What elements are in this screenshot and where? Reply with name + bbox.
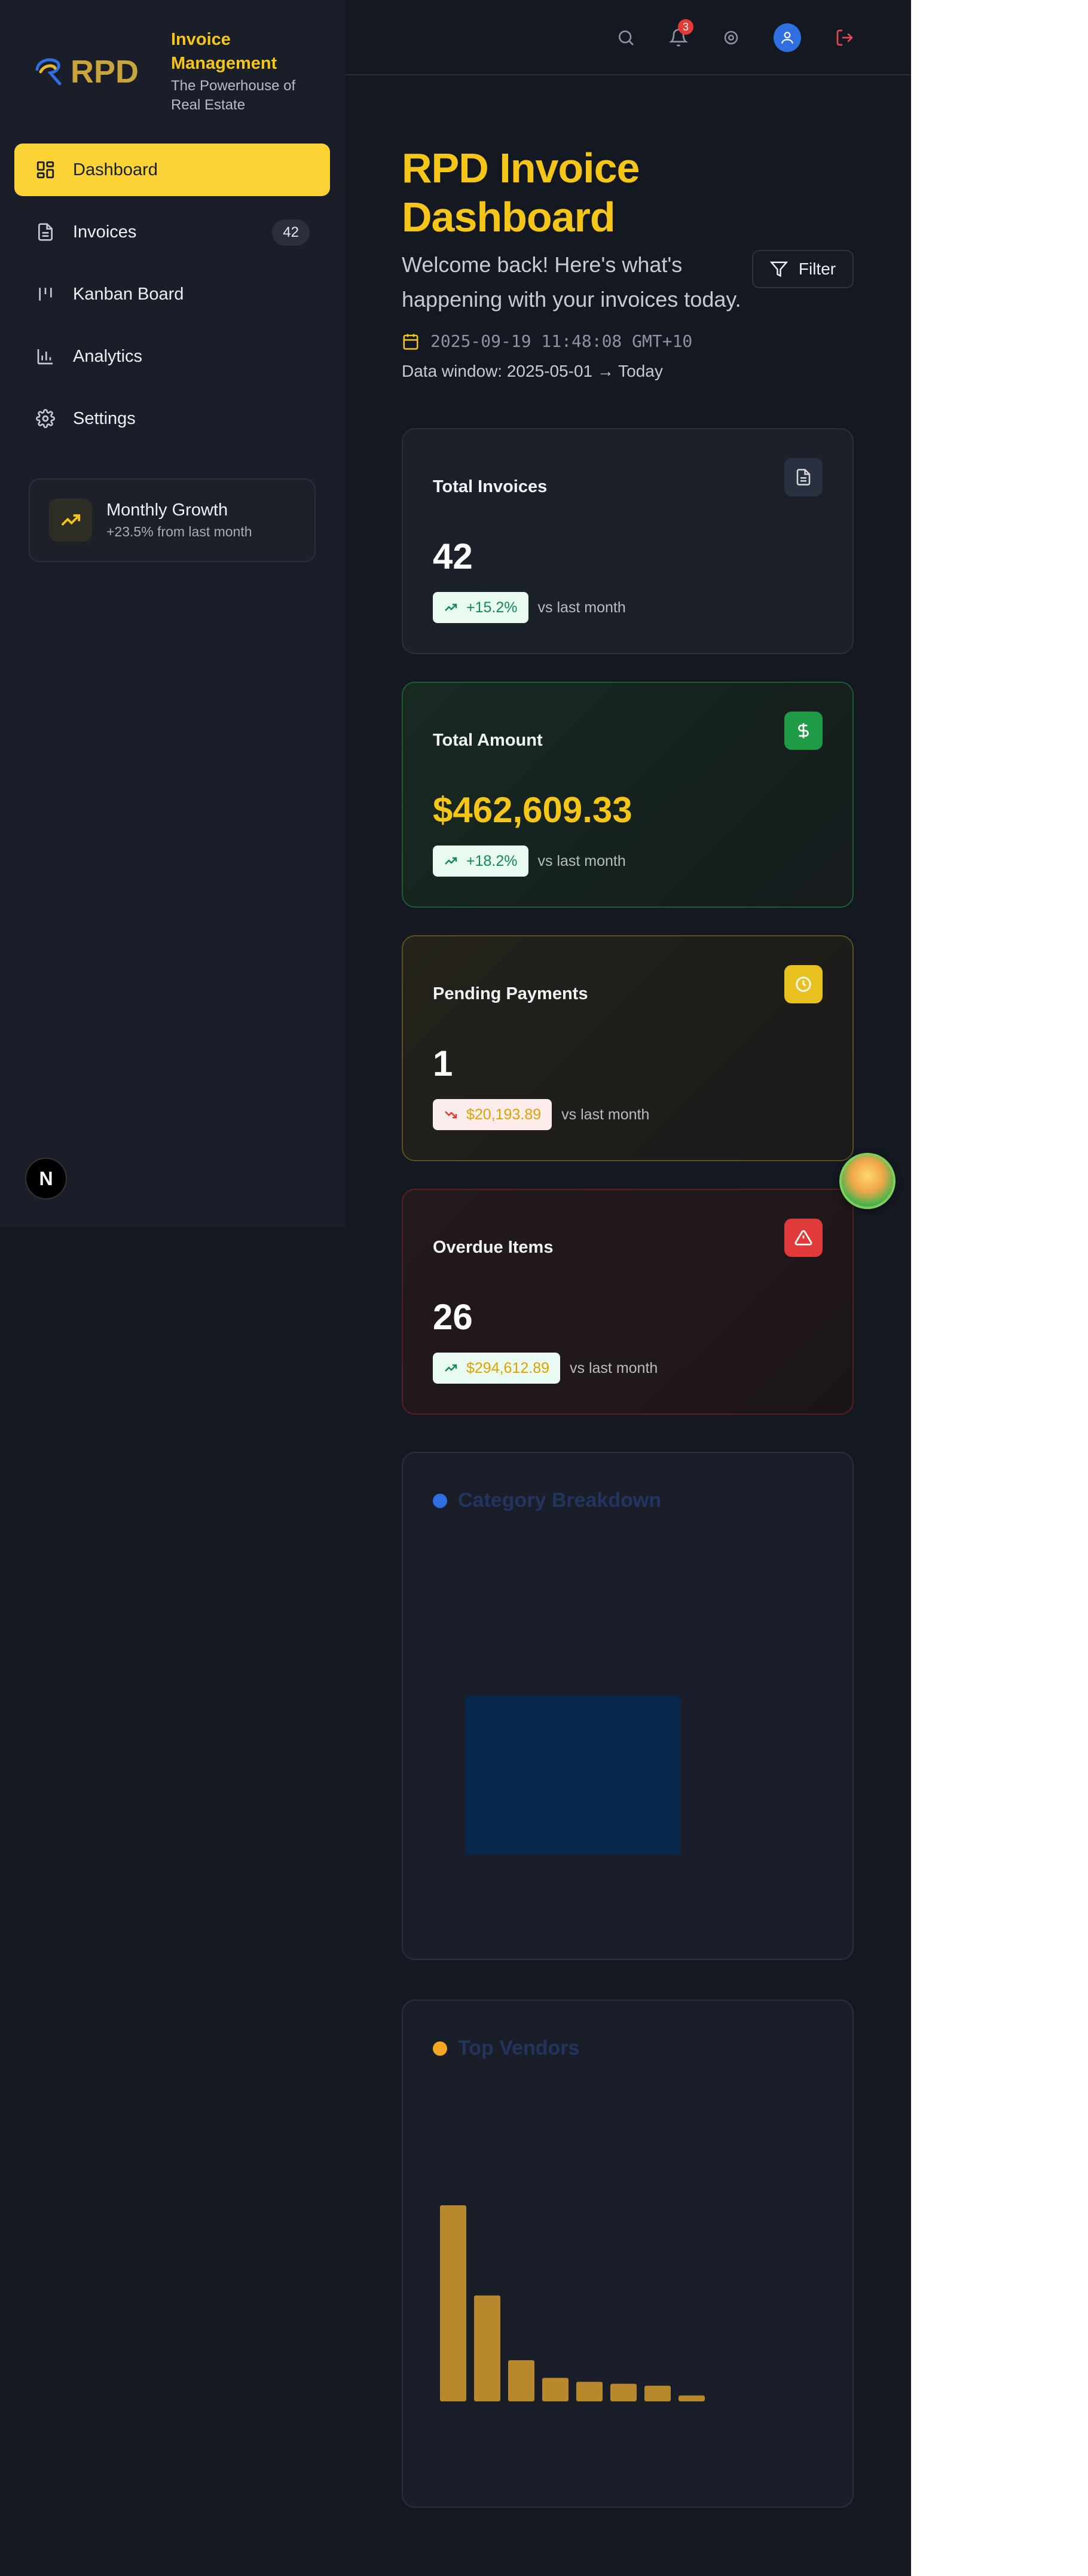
trending-up-icon <box>445 857 457 865</box>
alert-triangle-icon <box>784 1219 823 1257</box>
search-icon[interactable] <box>612 24 640 51</box>
clock-icon <box>784 965 823 1003</box>
sidebar: RPD Invoice Management The Powerhouse of… <box>0 0 346 1227</box>
invoice-count-badge: 42 <box>272 219 310 246</box>
change-value: $294,612.89 <box>466 1359 550 1376</box>
dollar-icon <box>784 712 823 750</box>
monthly-growth-card: Monthly Growth +23.5% from last month <box>29 478 316 562</box>
overdue-items-card[interactable]: Overdue Items 26 $294,612.89 vs last mon… <box>402 1189 854 1415</box>
brand-title: Invoice Management <box>171 30 277 73</box>
card-value: $462,609.33 <box>433 790 632 830</box>
comparison-label: vs last month <box>561 1106 650 1123</box>
comparison-label: vs last month <box>570 1359 658 1376</box>
comparison-label: vs last month <box>537 599 626 616</box>
svg-text:RPD: RPD <box>71 54 139 90</box>
card-title: Total Amount <box>433 731 543 750</box>
comparison-label: vs last month <box>537 852 626 869</box>
change-badge: +18.2% <box>433 846 528 877</box>
grid-icon <box>35 159 56 181</box>
growth-subtitle: +23.5% from last month <box>106 524 252 539</box>
filter-icon <box>769 261 788 277</box>
card-value: 26 <box>433 1297 473 1337</box>
category-breakdown-card: Category Breakdown <box>402 1452 854 1960</box>
bar-chart-icon <box>35 346 56 367</box>
filter-label: Filter <box>798 260 836 278</box>
main-content: RPD Invoice Dashboard Welcome back! Here… <box>402 144 854 2508</box>
user-icon <box>774 23 801 52</box>
total-amount-card[interactable]: Total Amount $462,609.33 +18.2% vs last … <box>402 682 854 908</box>
document-icon <box>784 458 823 496</box>
pending-payments-card[interactable]: Pending Payments 1 $20,193.89 vs last mo… <box>402 935 854 1161</box>
sidebar-item-invoices[interactable]: Invoices 42 <box>14 206 330 258</box>
notification-count-badge: 3 <box>678 19 693 35</box>
nextjs-badge[interactable]: N <box>25 1158 67 1200</box>
change-value: $20,193.89 <box>466 1106 542 1123</box>
sidebar-item-label: Dashboard <box>73 160 158 179</box>
card-title: Total Invoices <box>433 477 548 496</box>
vendor-bar[interactable] <box>679 2395 705 2401</box>
vendor-bar[interactable] <box>508 2360 534 2401</box>
file-icon <box>35 221 56 243</box>
filter-button[interactable]: Filter <box>752 250 854 288</box>
data-window: Data window: 2025-05-01 → Today <box>402 362 663 380</box>
trending-down-icon <box>445 1111 457 1119</box>
sidebar-item-label: Analytics <box>73 346 143 366</box>
current-datetime: 2025-09-19 11:48:08 GMT+10 <box>402 331 854 351</box>
card-title: Pending Payments <box>433 984 588 1003</box>
gear-icon[interactable] <box>717 24 745 51</box>
calendar-icon <box>403 334 418 350</box>
change-badge: +15.2% <box>433 592 528 623</box>
kanban-icon <box>35 283 56 305</box>
brand: RPD Invoice Management The Powerhouse of… <box>33 28 314 115</box>
welcome-text: Welcome back! Here's what's happening wi… <box>402 252 741 312</box>
sidebar-item-label: Kanban Board <box>73 284 184 304</box>
vendor-bar[interactable] <box>576 2382 603 2401</box>
category-bar <box>465 1696 680 1855</box>
top-vendors-card: Top Vendors <box>402 2000 854 2508</box>
logout-icon[interactable] <box>831 24 858 51</box>
sidebar-nav: Dashboard Invoices 42 Kanban Board Analy… <box>14 144 330 454</box>
topbar: 3 <box>346 0 911 75</box>
sidebar-item-dashboard[interactable]: Dashboard <box>14 144 330 196</box>
card-value: 42 <box>433 536 473 576</box>
sidebar-item-label: Settings <box>73 408 136 428</box>
vendor-bar[interactable] <box>440 2205 466 2401</box>
card-value: 1 <box>433 1043 453 1083</box>
trending-up-icon <box>445 1364 457 1372</box>
sidebar-item-label: Invoices <box>73 222 137 242</box>
growth-title: Monthly Growth <box>106 500 228 520</box>
app-root: RPD Invoice Management The Powerhouse of… <box>0 0 911 2576</box>
vendor-bar[interactable] <box>474 2295 500 2401</box>
change-value: +18.2% <box>466 852 518 869</box>
vendor-bar[interactable] <box>610 2383 637 2401</box>
datetime-text: 2025-09-19 11:48:08 GMT+10 <box>430 331 693 351</box>
vendor-bar[interactable] <box>542 2377 569 2401</box>
sidebar-item-settings[interactable]: Settings <box>14 392 330 445</box>
brand-subtitle: The Powerhouse of Real Estate <box>171 78 296 113</box>
total-invoices-card[interactable]: Total Invoices 42 +15.2% vs last month <box>402 428 854 654</box>
sidebar-item-analytics[interactable]: Analytics <box>14 330 330 383</box>
rpd-logo[interactable]: RPD <box>33 51 159 90</box>
change-badge: $20,193.89 <box>433 1099 552 1130</box>
gear-icon <box>35 408 56 429</box>
user-avatar-button[interactable] <box>774 23 801 52</box>
trending-up-icon <box>445 603 457 611</box>
card-title: Overdue Items <box>433 1238 554 1257</box>
top-vendors-chart <box>440 2205 705 2401</box>
trending-up-icon <box>49 499 92 542</box>
bell-icon[interactable]: 3 <box>665 19 693 51</box>
sidebar-item-kanban[interactable]: Kanban Board <box>14 268 330 321</box>
change-value: +15.2% <box>466 599 518 616</box>
assistant-avatar-button[interactable] <box>839 1153 896 1209</box>
page-title: RPD Invoice Dashboard <box>402 145 640 240</box>
category-chart <box>465 1696 680 1855</box>
vendor-bar[interactable] <box>644 2385 671 2401</box>
change-badge: $294,612.89 <box>433 1353 561 1384</box>
